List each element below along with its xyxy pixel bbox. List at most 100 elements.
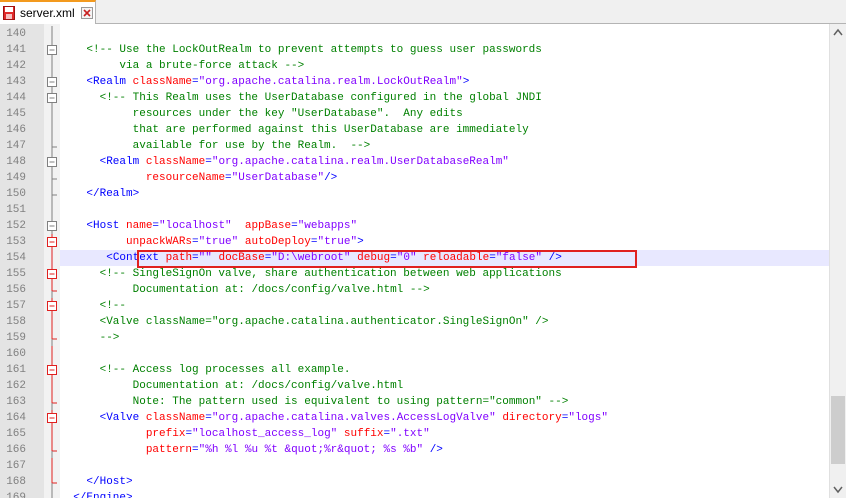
code-text: <!-- Use the LockOutRealm to prevent att… — [86, 44, 542, 56]
code-text: resourceName="UserDatabase"/> — [145, 172, 338, 184]
code-line[interactable]: 149 resourceName="UserDatabase"/> — [0, 170, 829, 186]
code-line[interactable]: 141 <!-- Use the LockOutRealm to prevent… — [0, 42, 829, 58]
line-number: 156 — [6, 284, 26, 296]
fold-line — [45, 426, 59, 442]
fold-toggle-icon[interactable] — [45, 298, 59, 314]
line-number: 145 — [6, 108, 26, 120]
code-line[interactable]: 151 — [0, 202, 829, 218]
code-line[interactable]: 162 Documentation at: /docs/config/valve… — [0, 378, 829, 394]
code-editor[interactable]: 140 141 <!-- Use the LockOutRealm to prev… — [0, 24, 829, 498]
code-line[interactable]: 158 <Valve className="org.apache.catalin… — [0, 314, 829, 330]
code-line[interactable]: 164 <Valve className="org.apache.catalin… — [0, 410, 829, 426]
line-number: 160 — [6, 348, 26, 360]
fold-toggle-icon[interactable] — [45, 90, 59, 106]
fold-line — [45, 170, 59, 186]
code-line[interactable]: 160 — [0, 346, 829, 362]
floppy-disk-icon — [3, 6, 15, 20]
fold-line — [45, 186, 59, 202]
fold-toggle-icon[interactable] — [45, 234, 59, 250]
close-icon[interactable] — [81, 7, 93, 19]
fold-line — [45, 58, 59, 74]
code-text: <Valve className="org.apache.catalina.au… — [99, 316, 549, 328]
scroll-down-arrow-icon[interactable] — [830, 481, 846, 498]
code-text: <Host name="localhost" appBase="webapps" — [86, 220, 358, 232]
line-number: 158 — [6, 316, 26, 328]
line-number: 162 — [6, 380, 26, 392]
code-line[interactable]: 155 <!-- SingleSignOn valve, share authe… — [0, 266, 829, 282]
code-line[interactable]: 152 <Host name="localhost" appBase="weba… — [0, 218, 829, 234]
code-line[interactable]: 145 resources under the key "UserDatabas… — [0, 106, 829, 122]
line-number: 164 — [6, 412, 26, 424]
code-line[interactable]: 156 Documentation at: /docs/config/valve… — [0, 282, 829, 298]
fold-toggle-icon[interactable] — [45, 362, 59, 378]
code-line[interactable]: 161 <!-- Access log processes all exampl… — [0, 362, 829, 378]
code-line[interactable]: 168 </Host> — [0, 474, 829, 490]
code-line[interactable]: 166 pattern="%h %l %u %t &quot;%r&quot; … — [0, 442, 829, 458]
code-text: <!-- — [99, 300, 127, 312]
code-line[interactable]: 146 that are performed against this User… — [0, 122, 829, 138]
tab-server-xml[interactable]: server.xml — [0, 0, 96, 24]
code-line[interactable]: 150 </Realm> — [0, 186, 829, 202]
fold-line — [45, 250, 59, 266]
fold-line — [45, 122, 59, 138]
highlight-box — [137, 250, 637, 268]
line-number: 159 — [6, 332, 26, 344]
fold-line — [45, 106, 59, 122]
code-line[interactable]: 163 Note: The pattern used is equivalent… — [0, 394, 829, 410]
fold-line — [45, 394, 59, 410]
line-number: 168 — [6, 476, 26, 488]
line-number: 157 — [6, 300, 26, 312]
code-line[interactable]: 157 <!-- — [0, 298, 829, 314]
fold-toggle-icon[interactable] — [45, 154, 59, 170]
scroll-up-arrow-icon[interactable] — [830, 24, 846, 41]
fold-line — [45, 138, 59, 154]
fold-line — [45, 202, 59, 218]
line-number: 150 — [6, 188, 26, 200]
line-number: 169 — [6, 492, 26, 498]
fold-line — [45, 442, 59, 458]
fold-toggle-icon[interactable] — [45, 42, 59, 58]
code-line[interactable]: 148 <Realm className="org.apache.catalin… — [0, 154, 829, 170]
code-line[interactable]: 143 <Realm className="org.apache.catalin… — [0, 74, 829, 90]
code-text: prefix="localhost_access_log" suffix=".t… — [145, 428, 430, 440]
code-line[interactable]: 167 — [0, 458, 829, 474]
line-number: 153 — [6, 236, 26, 248]
scrollbar-thumb[interactable] — [831, 396, 845, 464]
code-text: <!-- Access log processes all example. — [99, 364, 351, 376]
line-number: 152 — [6, 220, 26, 232]
fold-toggle-icon[interactable] — [45, 410, 59, 426]
fold-line — [45, 314, 59, 330]
code-text: </Host> — [86, 476, 133, 488]
code-line[interactable]: 140 — [0, 26, 829, 42]
code-text: unpackWARs="true" autoDeploy="true"> — [126, 236, 364, 248]
code-line[interactable]: 144 <!-- This Realm uses the UserDatabas… — [0, 90, 829, 106]
code-text: </Realm> — [86, 188, 140, 200]
line-number: 146 — [6, 124, 26, 136]
code-text: pattern="%h %l %u %t &quot;%r&quot; %s %… — [145, 444, 443, 456]
vertical-scrollbar[interactable] — [829, 24, 846, 498]
line-number: 148 — [6, 156, 26, 168]
code-line[interactable]: 153 unpackWARs="true" autoDeploy="true"> — [0, 234, 829, 250]
line-number: 140 — [6, 28, 26, 40]
fold-toggle-icon[interactable] — [45, 266, 59, 282]
line-number: 143 — [6, 76, 26, 88]
code-line[interactable]: 147 available for use by the Realm. --> — [0, 138, 829, 154]
code-line[interactable]: 142 via a brute-force attack --> — [0, 58, 829, 74]
fold-line — [45, 346, 59, 362]
fold-toggle-icon[interactable] — [45, 218, 59, 234]
line-number: 142 — [6, 60, 26, 72]
code-line[interactable]: 169 </Engine> — [0, 490, 829, 498]
fold-toggle-icon[interactable] — [45, 74, 59, 90]
code-text: Documentation at: /docs/config/valve.htm… — [132, 380, 404, 392]
code-text: --> — [99, 332, 120, 344]
fold-line — [45, 458, 59, 474]
line-number: 149 — [6, 172, 26, 184]
tab-label: server.xml — [20, 6, 75, 20]
line-number: 165 — [6, 428, 26, 440]
fold-line — [45, 282, 59, 298]
line-number: 151 — [6, 204, 26, 216]
code-line[interactable]: 165 prefix="localhost_access_log" suffix… — [0, 426, 829, 442]
code-line[interactable]: 159 --> — [0, 330, 829, 346]
code-text: available for use by the Realm. --> — [132, 140, 371, 152]
tab-bar: server.xml — [0, 0, 846, 24]
